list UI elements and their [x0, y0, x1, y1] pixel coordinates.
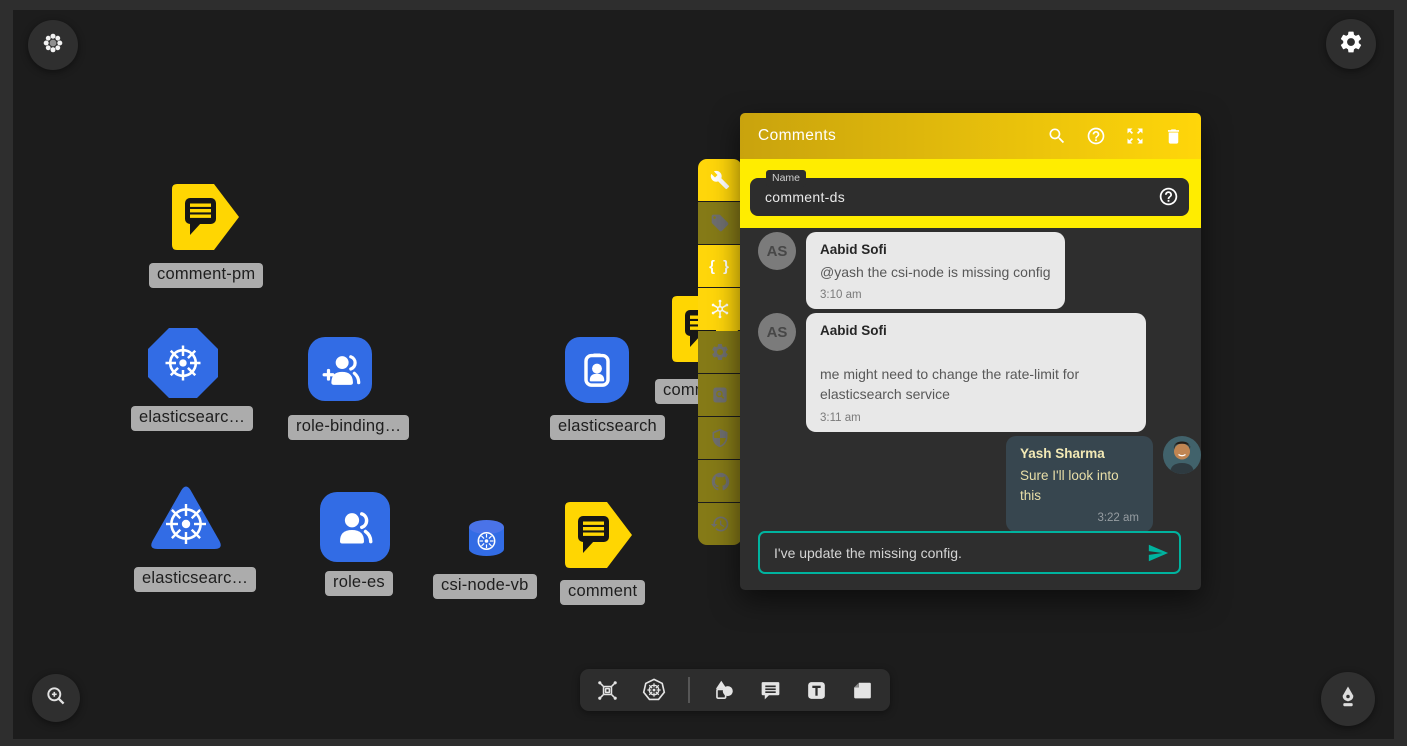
send-icon[interactable]	[1147, 542, 1169, 564]
node-label[interactable]: elasticsearc…	[131, 406, 253, 431]
avatar: AS	[758, 313, 796, 351]
text-tool-icon[interactable]	[804, 678, 829, 703]
name-field-wrap: Name	[750, 178, 1189, 216]
message-text: me might need to change the rate-limit f…	[820, 364, 1132, 405]
service-account-shape	[565, 337, 629, 403]
comment-shape-icon	[563, 500, 633, 570]
kubernetes-wheel-icon	[162, 342, 204, 384]
comment-shape-icon	[170, 183, 240, 251]
node-label[interactable]: csi-node-vb	[433, 574, 537, 599]
message-author: Aabid Sofi	[820, 323, 1132, 338]
image-tool-icon[interactable]	[850, 678, 875, 703]
message-time: 3:10 am	[820, 289, 1051, 301]
gear-icon	[1338, 29, 1364, 60]
history-button[interactable]	[698, 503, 742, 545]
role-binding-shape	[308, 337, 372, 401]
node-csi-node-vb[interactable]	[467, 518, 506, 563]
inspect-resource-button[interactable]	[698, 374, 742, 416]
json-config-button[interactable]: { }	[698, 245, 742, 287]
message-time: 3:11 am	[820, 412, 1132, 424]
app-wheel-icon	[41, 31, 65, 60]
field-help-icon[interactable]	[1158, 186, 1179, 212]
chat-message-input[interactable]	[774, 545, 1147, 561]
components-icon[interactable]	[595, 678, 620, 703]
chat-message: AS Aabid Sofi me might need to change th…	[758, 313, 1146, 432]
shapes-icon[interactable]	[711, 677, 737, 703]
pen-tool-button[interactable]	[1321, 672, 1375, 726]
storage-cylinder-icon	[467, 518, 506, 558]
node-elasticsearch-triangle[interactable]	[148, 480, 224, 561]
toolbar-divider	[688, 677, 690, 703]
node-elasticsearch-badge[interactable]	[565, 337, 629, 403]
search-icon[interactable]	[1047, 126, 1067, 146]
configure-button[interactable]	[698, 159, 742, 201]
tag-icon	[710, 213, 730, 233]
message-bubble: Yash Sharma Sure I'll look into this 3:2…	[1006, 436, 1153, 532]
message-text: @yash the csi-node is missing config	[820, 262, 1051, 282]
help-icon[interactable]	[1086, 126, 1106, 146]
message-author: Aabid Sofi	[820, 242, 1051, 257]
avatar-photo	[1163, 436, 1201, 532]
node-comment-pm[interactable]	[170, 183, 240, 256]
node-role-es[interactable]	[320, 492, 390, 562]
security-button[interactable]	[698, 417, 742, 459]
users-icon	[331, 503, 379, 551]
node-role-binding[interactable]	[308, 337, 372, 401]
add-user-icon	[317, 346, 363, 392]
node-actions-toolbar: { }	[698, 159, 742, 545]
shield-icon	[710, 428, 730, 448]
github-button[interactable]	[698, 460, 742, 502]
message-author: Yash Sharma	[1020, 446, 1139, 461]
comment-tool-icon[interactable]	[758, 678, 783, 703]
braces-icon: { }	[709, 258, 731, 275]
comments-panel-header[interactable]: Comments	[740, 113, 1201, 159]
mesh-button[interactable]	[698, 288, 742, 330]
name-input[interactable]	[750, 178, 1189, 216]
id-badge-icon	[575, 347, 619, 393]
app-window: comment-pm elasticsearc…	[0, 0, 1407, 746]
node-label[interactable]: elasticsearch	[550, 415, 665, 440]
settings-node-button[interactable]	[698, 331, 742, 373]
node-comment[interactable]	[563, 500, 633, 575]
panel-header-actions	[1047, 126, 1183, 146]
node-label[interactable]: comment-pm	[149, 263, 263, 288]
chat-message: AS Aabid Sofi @yash the csi-node is miss…	[758, 232, 1065, 309]
node-name-section: Name	[740, 159, 1201, 228]
chat-input-wrap	[758, 531, 1181, 574]
node-label[interactable]: elasticsearc…	[134, 567, 256, 592]
message-text: Sure I'll look into this	[1020, 466, 1139, 505]
role-shape	[320, 492, 390, 562]
name-field-label: Name	[766, 170, 806, 187]
app-menu-button[interactable]	[28, 20, 78, 70]
settings-button[interactable]	[1326, 19, 1376, 69]
chat-message: Yash Sharma Sure I'll look into this 3:2…	[1006, 436, 1201, 532]
comments-panel: Comments Name AS Aabid Sofi @yash the cs…	[740, 113, 1201, 590]
zoom-button[interactable]	[32, 674, 80, 722]
delete-icon[interactable]	[1164, 127, 1183, 146]
tag-button[interactable]	[698, 202, 742, 244]
message-time: 3:22 am	[1020, 512, 1139, 524]
node-label[interactable]: role-es	[325, 571, 393, 596]
doc-search-icon	[710, 385, 730, 405]
expand-icon[interactable]	[1125, 126, 1145, 146]
panel-title: Comments	[758, 127, 836, 145]
pen-nib-icon	[1334, 683, 1362, 716]
github-icon	[710, 471, 731, 492]
kubernetes-icon[interactable]	[641, 677, 667, 703]
node-elasticsearch-octagon[interactable]	[148, 328, 218, 398]
message-bubble: Aabid Sofi me might need to change the r…	[806, 313, 1146, 432]
zoom-in-icon	[44, 684, 68, 713]
wrench-icon	[710, 170, 730, 190]
avatar: AS	[758, 232, 796, 270]
node-label[interactable]: role-binding…	[288, 415, 409, 440]
mesh-hub-icon	[709, 298, 731, 320]
node-label[interactable]: comment	[560, 580, 645, 605]
kubernetes-octagon-shape	[148, 328, 218, 398]
message-bubble: Aabid Sofi @yash the csi-node is missing…	[806, 232, 1065, 309]
gear-icon	[710, 342, 730, 362]
kubernetes-triangle-shape	[148, 480, 224, 556]
history-icon	[710, 514, 730, 534]
shape-palette-toolbar	[580, 669, 890, 711]
